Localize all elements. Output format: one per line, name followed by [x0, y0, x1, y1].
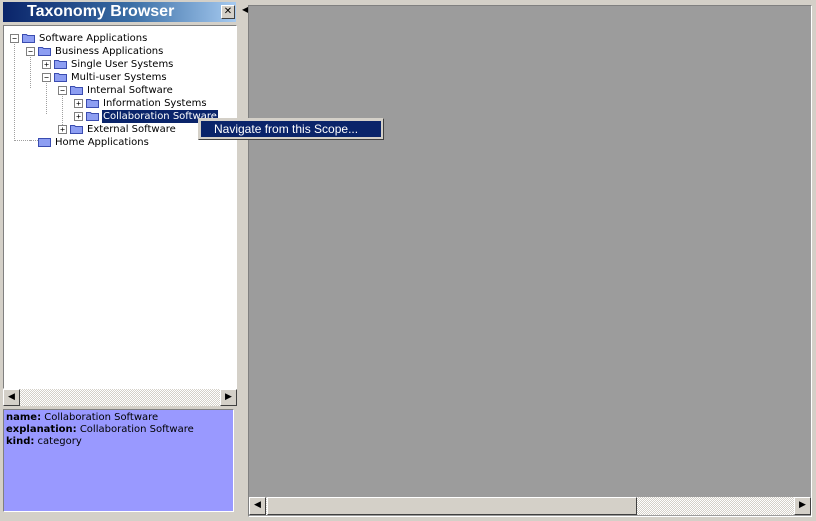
tree-line: [46, 78, 47, 114]
info-panel: name: Collaboration Software explanation…: [3, 409, 234, 512]
info-name-row: name: Collaboration Software: [6, 412, 231, 424]
scroll-left-icon[interactable]: ◀: [249, 497, 266, 515]
info-explanation-key: explanation:: [6, 424, 77, 435]
tree-item-label[interactable]: Home Applications: [54, 136, 150, 149]
scroll-right-icon[interactable]: ▶: [794, 497, 811, 515]
expand-icon[interactable]: +: [42, 60, 51, 69]
collapse-icon[interactable]: −: [26, 47, 35, 56]
folder-icon: [86, 99, 99, 108]
collapse-icon[interactable]: −: [42, 73, 51, 82]
tree-line: [14, 140, 30, 142]
close-icon[interactable]: ✕: [221, 5, 235, 19]
folder-icon: [38, 138, 51, 147]
tree-item-label[interactable]: Information Systems: [102, 97, 208, 110]
folder-icon: [54, 73, 67, 82]
folder-icon: [70, 125, 83, 134]
expand-icon[interactable]: +: [74, 99, 83, 108]
collapse-icon[interactable]: −: [58, 86, 67, 95]
info-explanation-value: Collaboration Software: [79, 424, 194, 435]
info-explanation-row: explanation: Collaboration Software: [6, 424, 231, 436]
expand-icon[interactable]: +: [74, 112, 83, 121]
info-kind-row: kind: category: [6, 436, 231, 448]
tree-line: [14, 39, 15, 139]
info-kind-key: kind:: [6, 436, 35, 447]
folder-icon: [86, 112, 99, 121]
tree-item-label[interactable]: Multi-user Systems: [70, 71, 168, 84]
menu-item-navigate-from-scope[interactable]: Navigate from this Scope...: [201, 121, 381, 137]
tree-item-label[interactable]: Software Applications: [38, 32, 148, 45]
info-name-key: name:: [6, 412, 42, 423]
tree-item-label[interactable]: Single User Systems: [70, 58, 174, 71]
scroll-right-icon[interactable]: ▶: [220, 389, 237, 406]
folder-icon: [54, 60, 67, 69]
folder-icon: [70, 86, 83, 95]
panel-title-bar: Taxonomy Browser ✕: [3, 2, 236, 22]
expand-icon[interactable]: +: [58, 125, 67, 134]
tree-item-label[interactable]: Internal Software: [86, 84, 174, 97]
info-kind-value: category: [37, 436, 82, 447]
taxonomy-tree[interactable]: − Software Applications − Business Appli…: [3, 25, 237, 389]
canvas-horizontal-scrollbar[interactable]: ◀ ▶: [249, 497, 811, 515]
tree-line: [62, 91, 63, 127]
graph-canvas[interactable]: [248, 5, 812, 517]
info-name-value: Collaboration Software: [44, 412, 159, 423]
folder-icon: [22, 34, 35, 43]
tree-item-label[interactable]: External Software: [86, 123, 177, 136]
tree-line: [30, 52, 31, 88]
tree-item-label[interactable]: Business Applications: [54, 45, 164, 58]
panel-title: Taxonomy Browser: [27, 3, 175, 20]
folder-icon: [38, 47, 51, 56]
scroll-thumb[interactable]: [267, 497, 637, 515]
panel-splitter[interactable]: ◀: [241, 3, 248, 519]
collapse-icon[interactable]: −: [10, 34, 19, 43]
context-menu: Navigate from this Scope...: [198, 118, 384, 140]
scroll-left-icon[interactable]: ◀: [3, 389, 20, 406]
tree-horizontal-scrollbar[interactable]: ◀ ▶: [3, 389, 237, 406]
